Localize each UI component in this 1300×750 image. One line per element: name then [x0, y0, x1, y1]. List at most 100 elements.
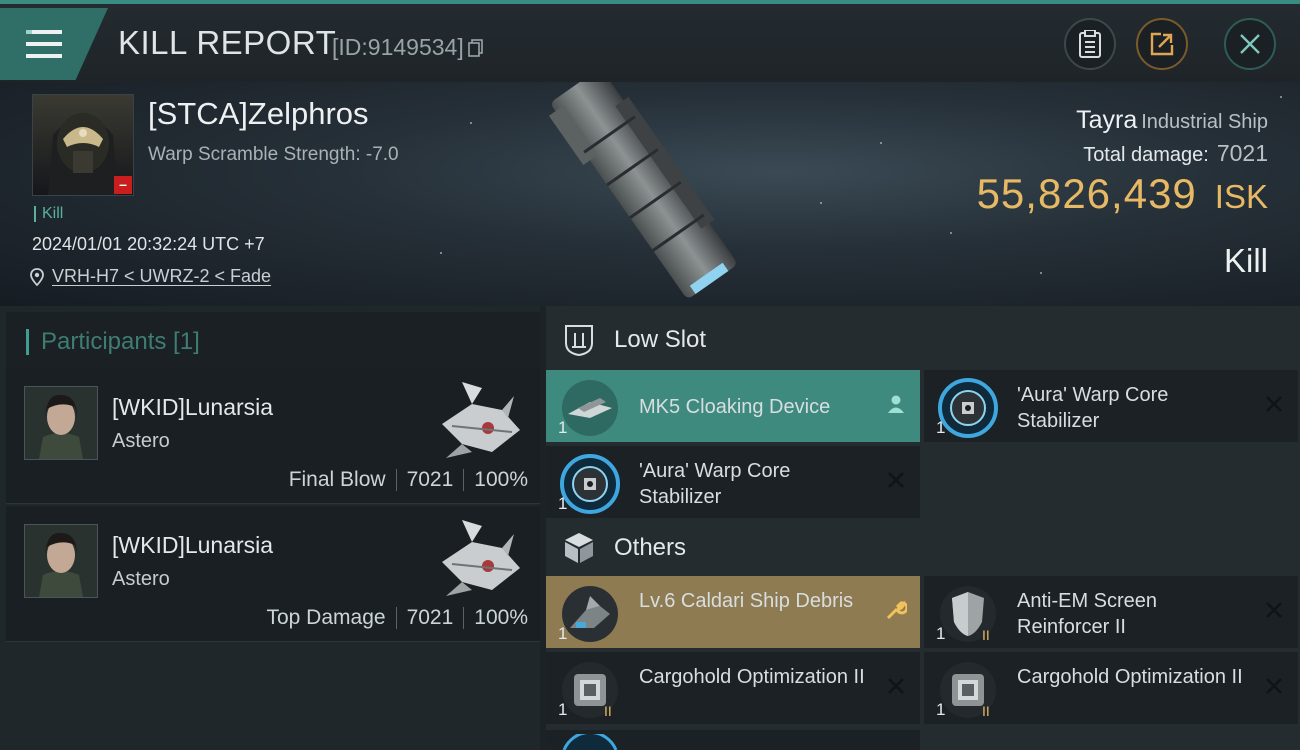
location-pin-icon — [30, 267, 44, 286]
screen-reinforcer-icon: II — [940, 586, 996, 643]
participant-damage: 7021 — [406, 468, 454, 491]
report-id-text: [ID:9149534] — [332, 34, 464, 60]
participant-damage: 7021 — [406, 606, 454, 629]
close-icon — [1240, 34, 1260, 54]
item-quantity: 1 — [558, 700, 568, 719]
x-icon — [1262, 392, 1286, 416]
copy-icon[interactable] — [467, 38, 484, 57]
module-item[interactable]: 1 'Aura' Warp Core Stabilizer — [546, 446, 920, 518]
total-damage: Total damage: 7021 — [1083, 140, 1268, 167]
cargo-box-icon — [562, 531, 596, 565]
kill-tag: Kill — [34, 206, 63, 222]
total-damage-value: 7021 — [1216, 140, 1268, 166]
x-icon — [1262, 598, 1286, 622]
module-item[interactable]: 1 'Aura' Warp Core Stabilizer — [924, 370, 1298, 442]
page-title: KILL REPORT — [118, 24, 337, 61]
participants-title: Participants [1] — [41, 328, 200, 355]
menu-button[interactable] — [0, 8, 108, 80]
kill-result: Kill — [1223, 242, 1268, 279]
item-quantity: 1 — [558, 624, 568, 643]
menu-icon — [26, 30, 62, 58]
clipboard-icon — [1079, 30, 1101, 58]
avatar — [24, 524, 98, 598]
item-name: MK5 Cloaking Device — [639, 396, 831, 418]
total-damage-label: Total damage: — [1083, 144, 1209, 166]
location-link[interactable]: VRH-H7 < UWRZ-2 < Fade — [30, 266, 271, 287]
ship-debris-icon — [562, 586, 618, 642]
participant-percent: 100% — [474, 606, 528, 629]
item-name: 'Aura' Warp Core Stabilizer — [1017, 384, 1169, 432]
module-item[interactable]: II 1 Anti-EM Screen Reinforcer II — [924, 576, 1298, 648]
module-item[interactable]: 1 MK5 Cloaking Device — [546, 370, 920, 442]
victim-name[interactable]: [STCA]Zelphros — [148, 96, 369, 132]
title-bar: KILL REPORT [ID:9149534] — [0, 0, 1300, 82]
low-slot-icon — [562, 323, 596, 357]
participant-ship-image[interactable] — [432, 512, 528, 600]
stat-divider — [395, 469, 397, 491]
participant-name[interactable]: [WKID]Lunarsia — [112, 532, 273, 559]
item-name: Cargohold Optimization II — [1017, 666, 1243, 688]
item-name: Lv.6 Caldari Ship Debris — [639, 590, 854, 612]
participant-ship-image[interactable] — [432, 374, 528, 462]
item-name: Anti-EM Screen Reinforcer II — [1017, 590, 1158, 638]
report-id: [ID:9149534] — [332, 34, 484, 61]
others-title: Others — [614, 534, 687, 561]
module-item[interactable]: II 1 Cargohold Optimization II — [546, 652, 920, 724]
warp-core-stabilizer-icon — [938, 378, 998, 438]
isk-value: 55,826,439 ISK — [977, 170, 1268, 218]
fitting-panel: Low Slot 1 MK5 Cloaking Device 1 'Aura' … — [546, 306, 1300, 750]
isk-amount: 55,826,439 — [976, 170, 1197, 217]
warp-core-stabilizer-icon — [560, 454, 620, 514]
ship-class: Industrial Ship — [1141, 111, 1268, 133]
participant-ship: Astero — [112, 430, 170, 452]
header-accent-bar — [26, 329, 29, 355]
participant-ship: Astero — [112, 568, 170, 590]
participant-stats: Top Damage 7021 100% — [266, 606, 528, 630]
cargo-item[interactable]: 1 Lv.6 Caldari Ship Debris — [546, 576, 920, 648]
ship-name: Tayra — [1076, 106, 1138, 134]
svg-text:II: II — [604, 703, 612, 719]
participant-row[interactable]: [WKID]Lunarsia Astero Final Blow 7021 10… — [6, 368, 540, 504]
participant-row[interactable]: [WKID]Lunarsia Astero Top Damage 7021 10… — [6, 506, 540, 642]
cargohold-optimization-icon: II — [940, 662, 996, 719]
svg-text:II: II — [982, 703, 990, 719]
stat-divider — [463, 607, 465, 629]
stat-divider — [463, 469, 465, 491]
item-quantity: 1 — [558, 494, 568, 513]
share-icon — [1150, 32, 1174, 56]
close-button[interactable] — [1224, 18, 1276, 70]
cloaking-device-icon — [562, 380, 618, 436]
low-slot-title: Low Slot — [614, 326, 707, 353]
module-icon — [562, 734, 618, 750]
pilot-portrait-icon — [25, 387, 97, 459]
stat-divider — [395, 607, 397, 629]
clipboard-button[interactable] — [1064, 18, 1116, 70]
module-item-partial[interactable] — [546, 730, 920, 750]
victim-banner: – [STCA]Zelphros Warp Scramble Strength:… — [0, 82, 1300, 306]
avatar — [24, 386, 98, 460]
item-name: 'Aura' Warp Core Stabilizer — [639, 460, 791, 508]
module-item[interactable]: II 1 Cargohold Optimization II — [924, 652, 1298, 724]
participant-percent: 100% — [474, 468, 528, 491]
participant-stats: Final Blow 7021 100% — [289, 468, 528, 492]
location-text[interactable]: VRH-H7 < UWRZ-2 < Fade — [52, 266, 271, 287]
wrench-icon — [884, 598, 908, 622]
participant-role: Final Blow — [288, 468, 386, 491]
item-name: Cargohold Optimization II — [639, 666, 865, 688]
victim-ship-image — [548, 82, 736, 298]
others-header: Others — [546, 518, 1300, 578]
participants-panel: Participants [1] [WKID]Lunarsia Astero F… — [0, 306, 540, 750]
pilot-portrait-icon — [25, 525, 97, 597]
svg-text:II: II — [982, 627, 990, 643]
ship-type[interactable]: Tayra Industrial Ship — [1076, 106, 1268, 135]
item-quantity: 1 — [936, 700, 946, 719]
x-icon — [1262, 674, 1286, 698]
x-icon — [884, 674, 908, 698]
low-slot-header: Low Slot — [546, 310, 1300, 370]
participants-header: Participants [1] — [6, 312, 540, 372]
isk-unit: ISK — [1214, 178, 1268, 215]
participant-name[interactable]: [WKID]Lunarsia — [112, 394, 273, 421]
cargohold-optimization-icon: II — [562, 662, 618, 719]
person-icon — [884, 392, 908, 416]
share-button[interactable] — [1136, 18, 1188, 70]
